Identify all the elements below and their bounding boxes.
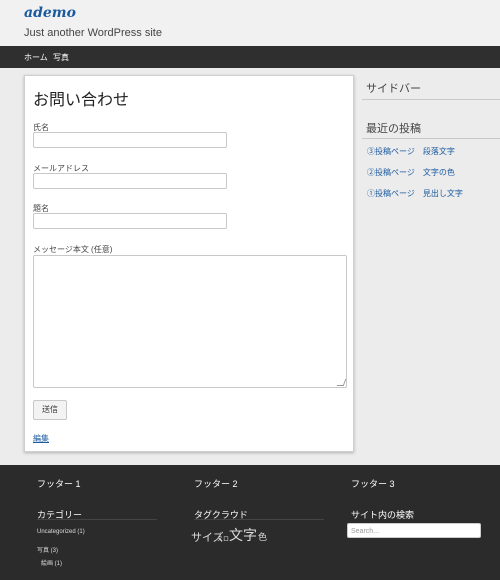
nav-item-home[interactable]: ホーム — [24, 52, 48, 63]
tag-link[interactable]: 色 — [258, 530, 267, 543]
sidebar-title: サイドバー — [366, 83, 421, 95]
categories-divider — [37, 519, 157, 520]
recent-posts-divider — [362, 138, 500, 139]
site-tagline: Just another WordPress site — [24, 27, 162, 39]
resize-grip-icon[interactable] — [336, 379, 347, 386]
nav-item-photos[interactable]: 写真 — [53, 52, 69, 63]
site-header: ademo Just another WordPress site — [0, 0, 500, 46]
category-link[interactable]: 写真 (3) — [37, 545, 58, 554]
footer-1-title: フッター 1 — [37, 479, 81, 489]
edit-link[interactable]: 編集 — [33, 433, 49, 444]
sidebar-divider — [362, 99, 500, 100]
message-textarea[interactable] — [33, 255, 347, 388]
site-footer: フッター 1 フッター 2 フッター 3 カテゴリー Uncategorized… — [0, 465, 500, 580]
contact-form-card: お問い合わせ 氏名 メールアドレス 題名 メッセージ本文 (任意) 送信 編集 — [24, 75, 354, 452]
message-label: メッセージ本文 (任意) — [33, 245, 113, 254]
recent-posts-title: 最近の投稿 — [366, 123, 421, 135]
footer-3-title: フッター 3 — [351, 479, 395, 489]
main-nav: ホーム 写真 — [0, 46, 500, 68]
tag-link[interactable]: 文字 — [229, 525, 257, 545]
page-title: お問い合わせ — [33, 92, 130, 109]
send-button[interactable]: 送信 — [33, 400, 67, 420]
footer-2-title: フッター 2 — [194, 479, 238, 489]
email-input[interactable] — [33, 173, 227, 189]
search-input[interactable]: Search... — [347, 523, 481, 538]
recent-post-link[interactable]: ②投稿ページ 文字の色 — [367, 167, 455, 178]
recent-post-link[interactable]: ①投稿ページ 見出し文字 — [367, 188, 463, 199]
category-link[interactable]: Uncategorized (1) — [37, 529, 85, 535]
search-title: サイト内の検索 — [351, 510, 415, 520]
subject-input[interactable] — [33, 213, 227, 229]
tagcloud-divider — [194, 519, 324, 520]
name-input[interactable] — [33, 132, 227, 148]
tag-link[interactable]: スロ — [217, 534, 229, 543]
recent-post-link[interactable]: ③投稿ページ 段落文字 — [367, 146, 455, 157]
site-title-link[interactable]: ademo — [24, 5, 76, 21]
category-link[interactable]: 絵画 (1) — [41, 558, 62, 567]
